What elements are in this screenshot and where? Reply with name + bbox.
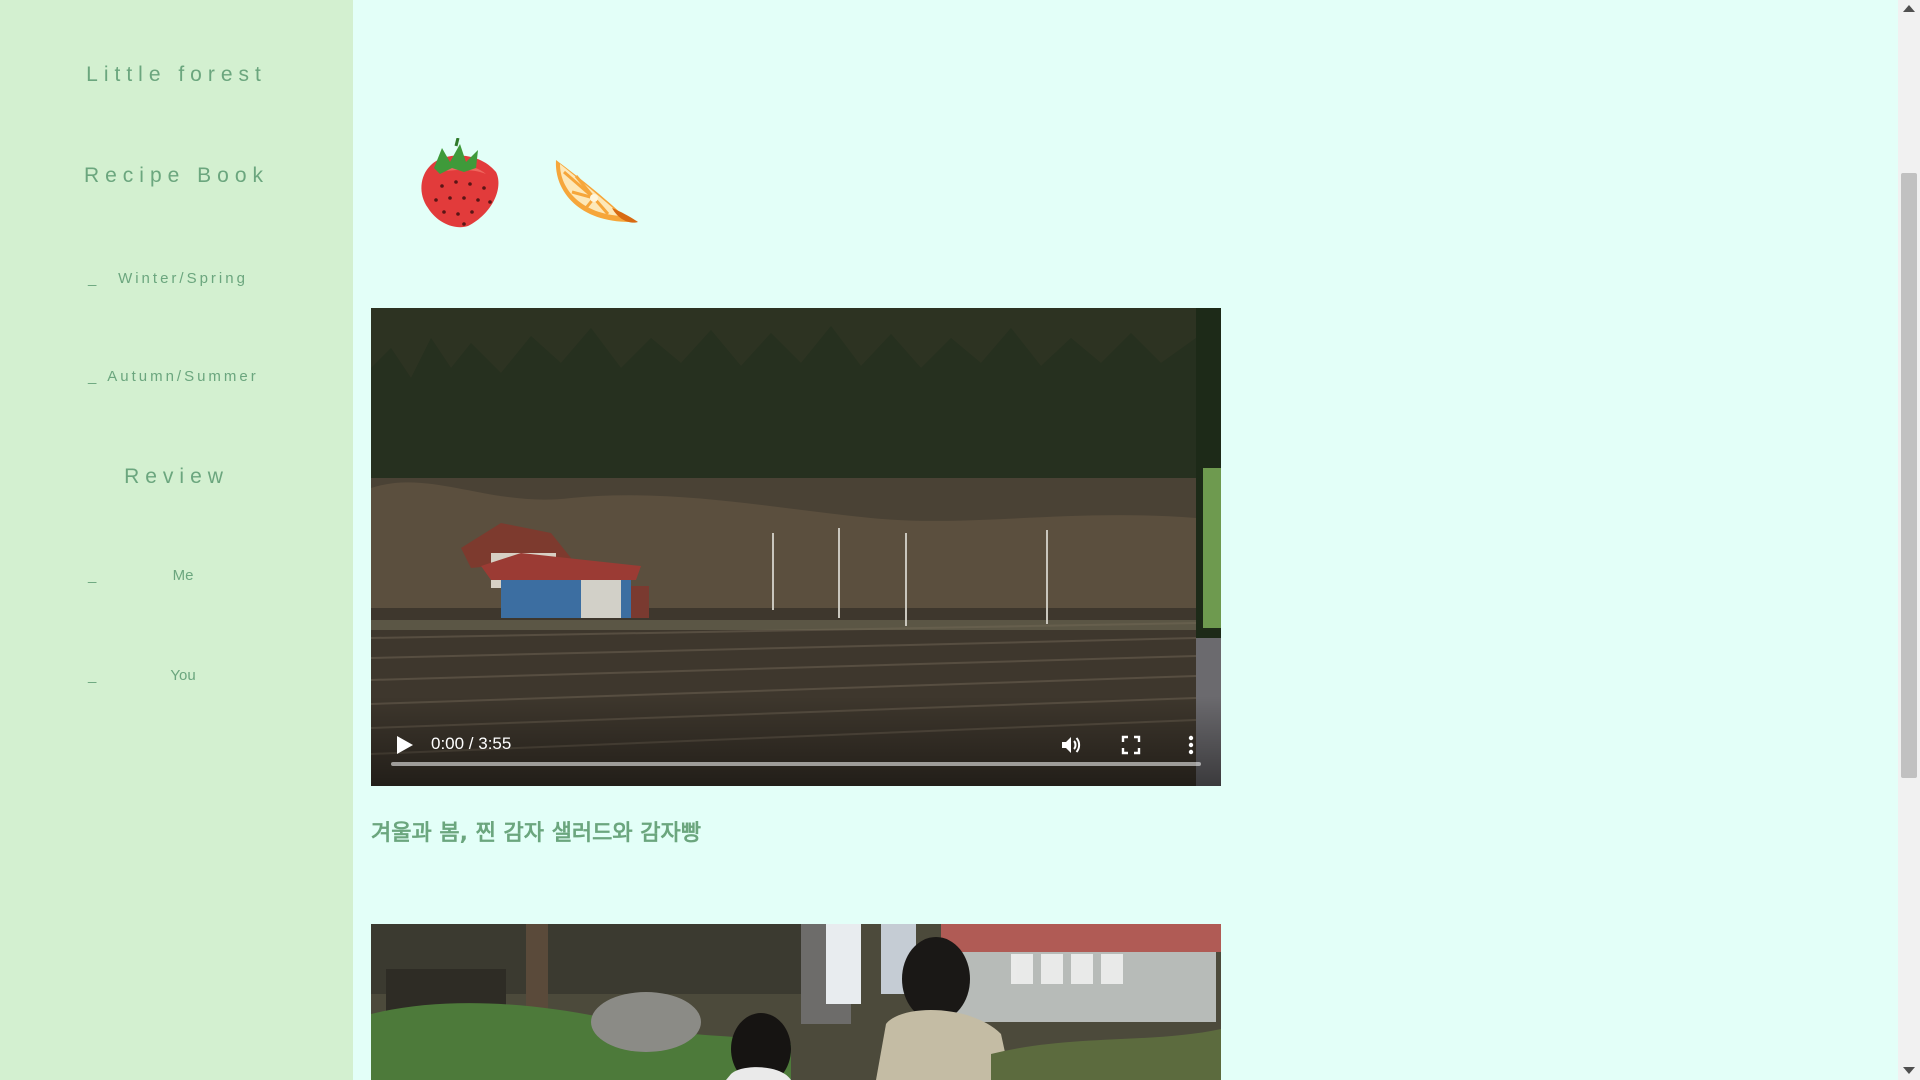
nav-link-autumn-summer[interactable]: _ Autumn/Summer: [88, 368, 278, 392]
nav-link-review-you[interactable]: _ You: [88, 667, 278, 691]
video-progress-bar[interactable]: [391, 762, 1201, 766]
scrollbar-thumb[interactable]: [1901, 173, 1917, 778]
nav-link-winter-spring[interactable]: _ Winter/Spring: [88, 270, 278, 294]
scroll-down-arrow-icon[interactable]: [1903, 1067, 1915, 1074]
sidebar: Little forest Recipe Book _ Winter/Sprin…: [0, 0, 353, 1080]
recipe-photo: [371, 924, 1221, 1080]
strawberry-illustration: [421, 138, 499, 228]
photo-garden-scene: [371, 924, 1221, 1080]
nav-link-label: Winter/Spring: [118, 270, 248, 287]
nav-link-review-me[interactable]: _ Me: [88, 567, 278, 591]
video-player[interactable]: 0:00 / 3:55: [371, 308, 1221, 786]
review-heading[interactable]: Review: [0, 465, 353, 489]
page-scrollbar[interactable]: [1898, 0, 1920, 1080]
play-icon[interactable]: [393, 734, 415, 756]
nav-link-label: Me: [172, 567, 194, 584]
site-title[interactable]: Little forest: [0, 63, 353, 87]
nav-link-label: You: [170, 667, 196, 684]
nav-link-label: Autumn/Summer: [107, 368, 259, 385]
recipe-title: 겨울과 봄, 찐 감자 샐러드와 감자빵: [371, 821, 702, 846]
scroll-up-arrow-icon[interactable]: [1903, 5, 1915, 12]
fullscreen-icon[interactable]: [1119, 733, 1143, 757]
more-options-icon[interactable]: [1179, 733, 1203, 757]
video-time: 0:00 / 3:55: [431, 734, 512, 753]
volume-icon[interactable]: [1059, 733, 1083, 757]
site-subtitle[interactable]: Recipe Book: [0, 164, 353, 188]
video-controls: 0:00 / 3:55: [371, 696, 1221, 786]
orange-slice-illustration: [555, 160, 638, 223]
